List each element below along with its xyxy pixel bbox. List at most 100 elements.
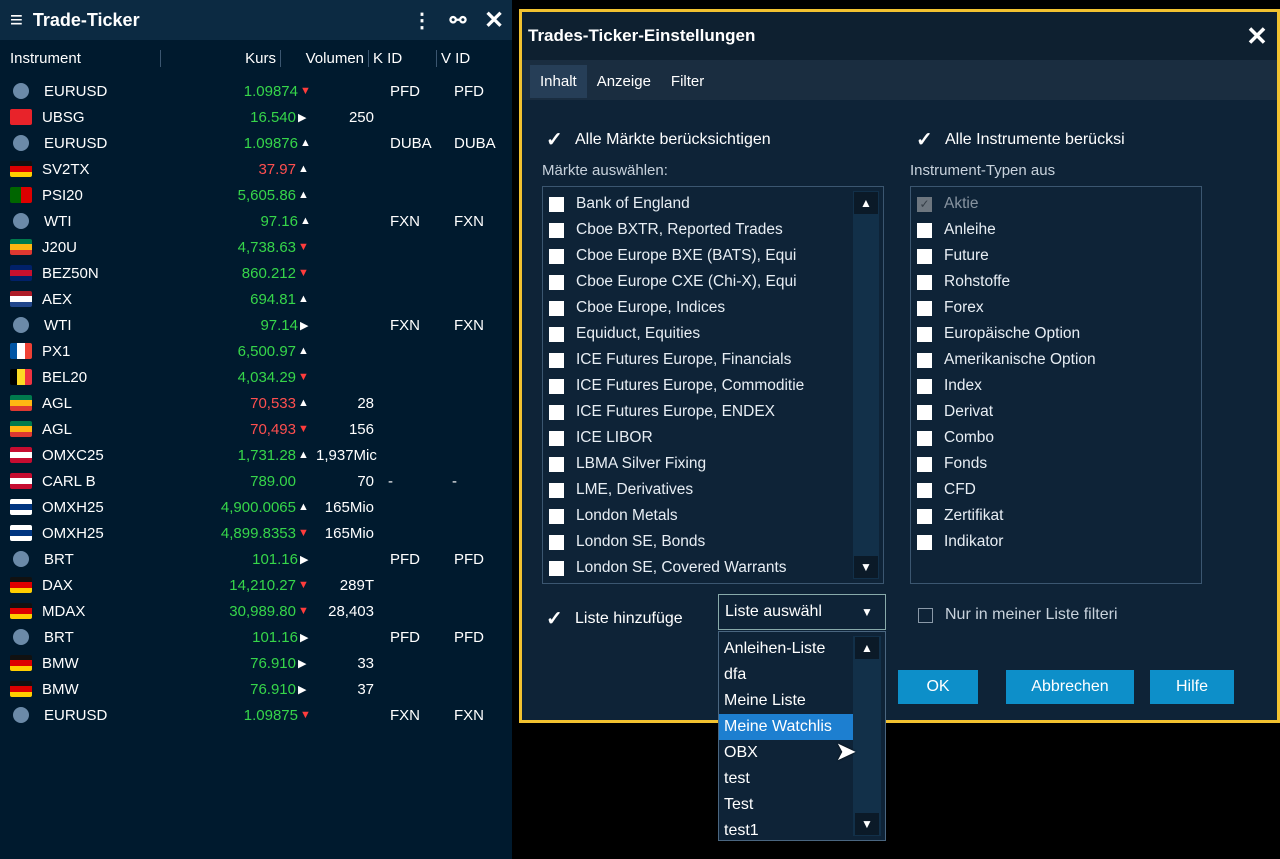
dropdown-option[interactable]: Test — [719, 792, 853, 818]
kid-cell: FXN — [390, 212, 420, 230]
market-item[interactable]: Bank of England — [543, 191, 847, 217]
type-item[interactable]: Indikator — [911, 529, 1201, 555]
table-row[interactable]: AGL 70,493 ▼ 156 — [0, 416, 512, 442]
dropdown-option[interactable]: Anleihen-Liste — [719, 636, 853, 662]
dropdown-option[interactable]: Meine Liste — [719, 688, 853, 714]
col-kurs[interactable]: Kurs — [160, 49, 280, 67]
type-item[interactable]: Derivat — [911, 399, 1201, 425]
instrument-cell: BMW — [42, 680, 79, 698]
table-row[interactable]: WTI 97.16 ▲ FXN FXN — [0, 208, 512, 234]
list-select[interactable]: Liste auswähl ▼ — [718, 594, 886, 630]
market-item[interactable]: ICE Futures Europe, ENDEX — [543, 399, 847, 425]
market-item[interactable]: Cboe BXTR, Reported Trades — [543, 217, 847, 243]
table-row[interactable]: EURUSD 1.09874 ▼ PFD PFD — [0, 78, 512, 104]
col-volumen[interactable]: Volumen — [280, 49, 368, 67]
type-item[interactable]: Fonds — [911, 451, 1201, 477]
market-item[interactable]: London SE, Covered Warrants — [543, 555, 847, 581]
ok-button[interactable]: OK — [898, 670, 978, 704]
table-row[interactable]: UBSG 16.540 ▶ 250 — [0, 104, 512, 130]
table-row[interactable]: BRT 101.16 ▶ PFD PFD — [0, 546, 512, 572]
table-row[interactable]: EURUSD 1.09875 ▼ FXN FXN — [0, 702, 512, 728]
tab-anzeige[interactable]: Anzeige — [587, 65, 661, 98]
table-row[interactable]: OMXH25 4,900.0065 ▲ 165Mio — [0, 494, 512, 520]
market-item[interactable]: Cboe Europe BXE (BATS), Equi — [543, 243, 847, 269]
type-item[interactable]: Combo — [911, 425, 1201, 451]
instrument-cell: CARL B — [42, 472, 96, 490]
list-add-checkbox[interactable]: ✓ Liste hinzufüge — [546, 606, 683, 631]
tab-filter[interactable]: Filter — [661, 65, 714, 98]
table-row[interactable]: PX1 6,500.97 ▲ — [0, 338, 512, 364]
table-row[interactable]: EURUSD 1.09876 ▲ DUBA DUBA — [0, 130, 512, 156]
only-my-list-checkbox[interactable]: Nur in meiner Liste filteri — [918, 606, 1118, 624]
market-item[interactable]: ICE LIBOR — [543, 425, 847, 451]
table-row[interactable]: BRT 101.16 ▶ PFD PFD — [0, 624, 512, 650]
type-item[interactable]: Index — [911, 373, 1201, 399]
kurs-cell: 4,899.8353 — [220, 524, 296, 542]
table-row[interactable]: WTI 97.14 ▶ FXN FXN — [0, 312, 512, 338]
table-row[interactable]: BMW 76.910 ▶ 33 — [0, 650, 512, 676]
scroll-down-icon[interactable]: ▼ — [854, 556, 878, 578]
type-item[interactable]: Anleihe — [911, 217, 1201, 243]
flag-ch-icon — [10, 109, 32, 125]
type-item[interactable]: Europäische Option — [911, 321, 1201, 347]
table-row[interactable]: MDAX 30,989.80 ▼ 28,403 — [0, 598, 512, 624]
dropdown-option[interactable]: test1 — [719, 818, 853, 844]
cancel-button[interactable]: Abbrechen — [1006, 670, 1134, 704]
table-row[interactable]: J20U 4,738.63 ▼ — [0, 234, 512, 260]
all-markets-label: Alle Märkte berücksichtigen — [575, 130, 771, 148]
col-vid[interactable]: V ID — [436, 49, 496, 67]
market-item[interactable]: Cboe Europe, Indices — [543, 295, 847, 321]
dialog-close-icon[interactable]: ✕ — [1237, 21, 1277, 52]
menu-icon[interactable]: ≡ — [10, 7, 23, 33]
market-item[interactable]: LME, Derivatives — [543, 477, 847, 503]
table-row[interactable]: BMW 76.910 ▶ 37 — [0, 676, 512, 702]
dropdown-option[interactable]: test — [719, 766, 853, 792]
more-options-icon[interactable]: ⋮ — [404, 8, 440, 33]
scroll-up-icon[interactable]: ▲ — [855, 637, 879, 659]
arrow-up-icon: ▲ — [298, 293, 309, 305]
table-row[interactable]: DAX 14,210.27 ▼ 289T — [0, 572, 512, 598]
type-item[interactable]: Forex — [911, 295, 1201, 321]
type-item[interactable]: Zertifikat — [911, 503, 1201, 529]
help-button[interactable]: Hilfe — [1150, 670, 1234, 704]
type-item[interactable]: ✓ Aktie — [911, 191, 1201, 217]
scroll-up-icon[interactable]: ▲ — [854, 192, 878, 214]
table-row[interactable]: OMXH25 4,899.8353 ▼ 165Mio — [0, 520, 512, 546]
dropdown-option[interactable]: Meine Watchlis — [719, 714, 853, 740]
market-item[interactable]: Cboe Europe CXE (Chi-X), Equi — [543, 269, 847, 295]
arrow-down-icon: ▼ — [300, 709, 311, 721]
kurs-cell: 37.97 — [258, 160, 296, 178]
col-instrument[interactable]: Instrument — [0, 50, 160, 67]
scroll-down-icon[interactable]: ▼ — [855, 813, 879, 835]
market-label: London SE, Covered Warrants — [576, 559, 787, 576]
all-markets-checkbox[interactable]: ✓ Alle Märkte berücksichtigen — [546, 127, 771, 152]
kid-cell: DUBA — [390, 134, 432, 152]
markets-scrollbar[interactable] — [853, 191, 879, 579]
type-item[interactable]: Amerikanische Option — [911, 347, 1201, 373]
dropdown-scrollbar[interactable] — [853, 636, 881, 836]
table-row[interactable]: BEL20 4,034.29 ▼ — [0, 364, 512, 390]
market-item[interactable]: Equiduct, Equities — [543, 321, 847, 347]
col-kid[interactable]: K ID — [368, 49, 436, 67]
market-item[interactable]: ICE Futures Europe, Commoditie — [543, 373, 847, 399]
market-item[interactable]: London SE, Bonds — [543, 529, 847, 555]
unlink-icon[interactable]: ⚯ — [440, 8, 476, 33]
type-item[interactable]: Rohstoffe — [911, 269, 1201, 295]
table-row[interactable]: AEX 694.81 ▲ — [0, 286, 512, 312]
type-item[interactable]: CFD — [911, 477, 1201, 503]
table-row[interactable]: CARL B 789.00 70- - — [0, 468, 512, 494]
dropdown-option[interactable]: dfa — [719, 662, 853, 688]
dropdown-option[interactable]: OBX — [719, 740, 853, 766]
market-item[interactable]: ICE Futures Europe, Financials — [543, 347, 847, 373]
table-row[interactable]: BEZ50N 860.212 ▼ — [0, 260, 512, 286]
tab-inhalt[interactable]: Inhalt — [530, 64, 587, 98]
market-item[interactable]: LBMA Silver Fixing — [543, 451, 847, 477]
table-row[interactable]: SV2TX 37.97 ▲ — [0, 156, 512, 182]
table-row[interactable]: OMXC25 1,731.28 ▲ 1,937Mic — [0, 442, 512, 468]
table-row[interactable]: AGL 70,533 ▲ 28 — [0, 390, 512, 416]
market-item[interactable]: London Metals — [543, 503, 847, 529]
close-icon[interactable]: ✕ — [476, 6, 512, 35]
type-item[interactable]: Future — [911, 243, 1201, 269]
table-row[interactable]: PSI20 5,605.86 ▲ — [0, 182, 512, 208]
all-instruments-checkbox[interactable]: ✓ Alle Instrumente berücksi — [916, 127, 1125, 152]
